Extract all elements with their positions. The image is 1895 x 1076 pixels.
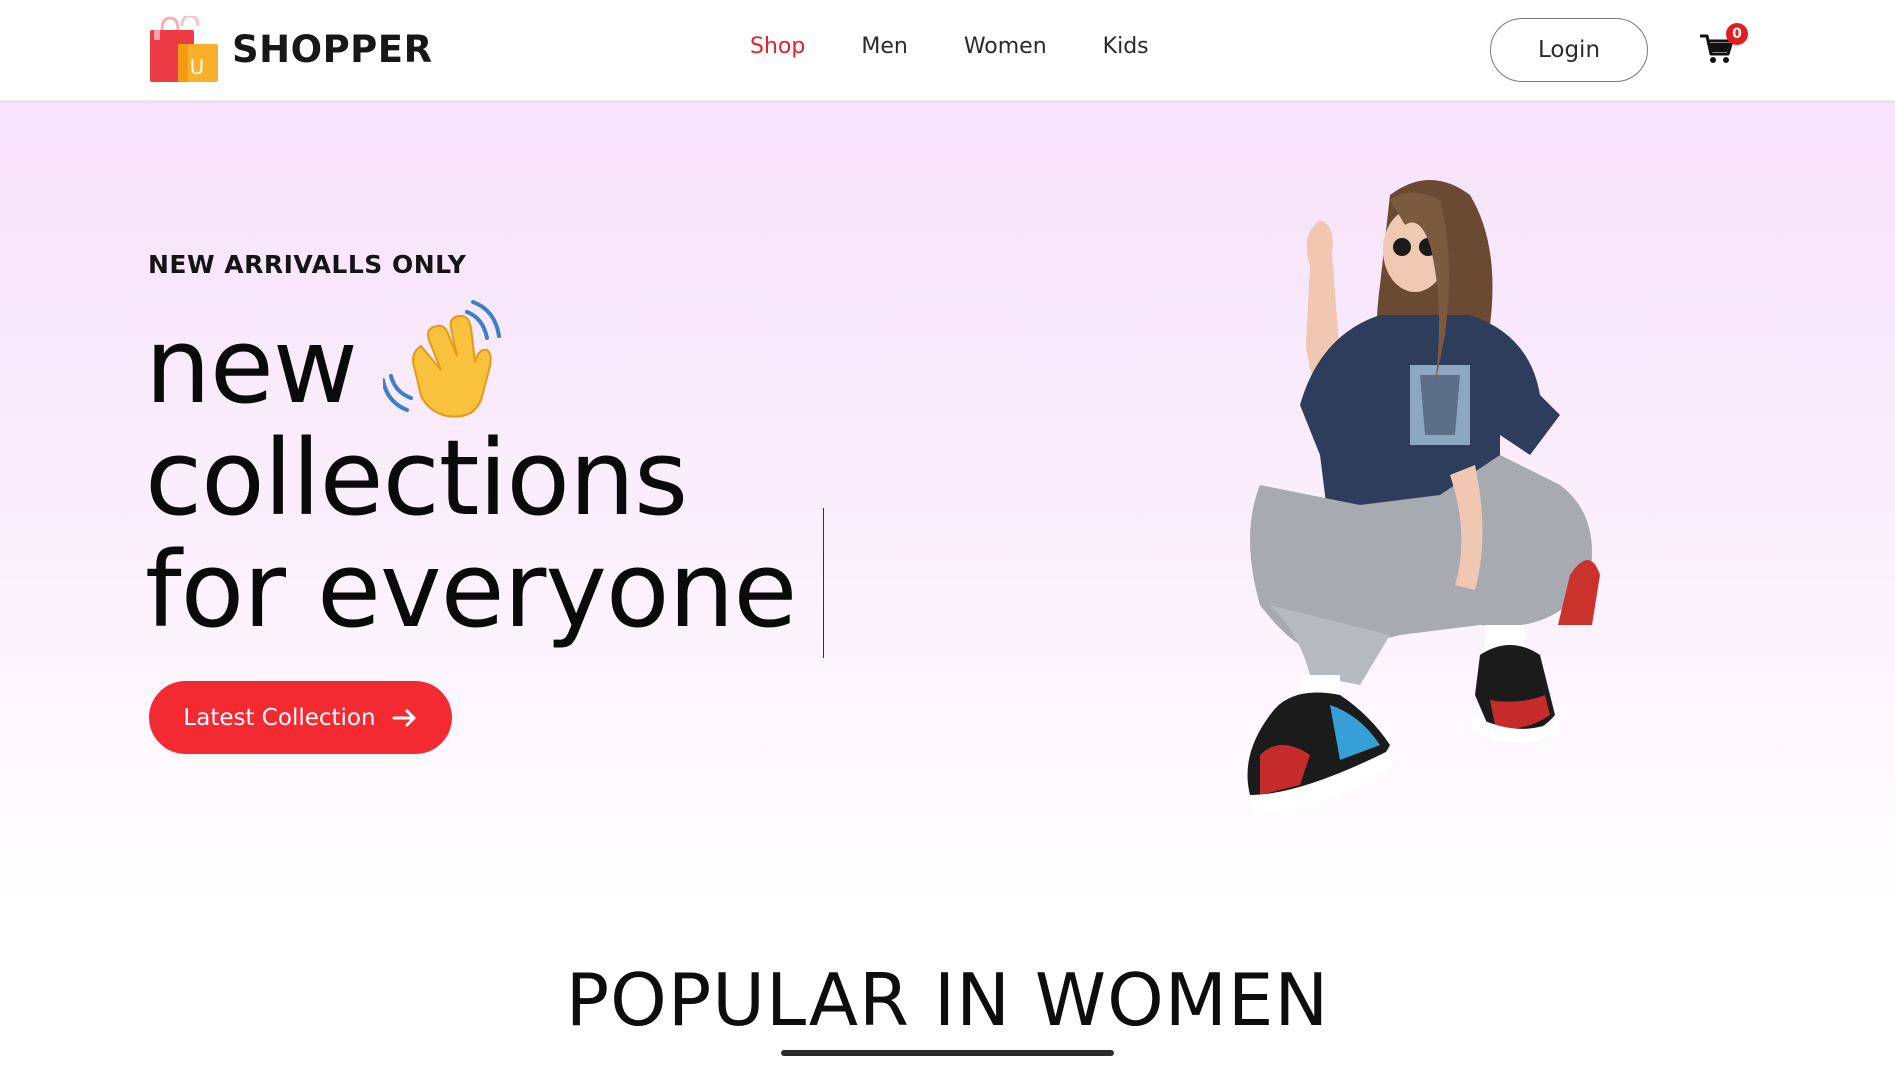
waving-hand-icon xyxy=(382,300,501,418)
nav-item-men[interactable]: Men xyxy=(861,34,907,59)
latest-collection-button[interactable]: Latest Collection xyxy=(149,681,452,754)
nav-item-shop[interactable]: Shop xyxy=(750,34,805,59)
headline-line-3: for everyone xyxy=(145,529,797,651)
hero-headline: new collections for everyone xyxy=(145,300,797,651)
hero-section: NEW ARRIVALLS ONLY new collections for e… xyxy=(0,100,1895,900)
hero-model-image xyxy=(1240,155,1690,865)
shopping-bags-icon: U xyxy=(150,16,218,82)
svg-text:U: U xyxy=(190,55,205,79)
popular-underline xyxy=(781,1050,1114,1056)
arrow-right-icon xyxy=(392,709,416,726)
nav-item-women[interactable]: Women xyxy=(964,34,1047,59)
login-button[interactable]: Login xyxy=(1490,18,1648,82)
headline-line-2: collections xyxy=(145,417,688,539)
brand[interactable]: U SHOPPER xyxy=(148,16,433,84)
text-cursor xyxy=(823,508,824,658)
nav-menu: Shop Men Women Kids xyxy=(750,34,1149,59)
brand-name: SHOPPER xyxy=(232,28,433,71)
cart-count-badge: 0 xyxy=(1726,23,1748,45)
model-illustration xyxy=(1247,180,1600,812)
hero-eyebrow: NEW ARRIVALLS ONLY xyxy=(148,250,467,279)
headline-line-1: new xyxy=(145,300,796,422)
nav-item-kids[interactable]: Kids xyxy=(1103,34,1149,59)
navbar: U SHOPPER Shop Men Women Kids Login 0 xyxy=(0,0,1895,101)
popular-title: POPULAR IN WOMEN xyxy=(565,958,1330,1042)
cta-label: Latest Collection xyxy=(183,704,376,731)
